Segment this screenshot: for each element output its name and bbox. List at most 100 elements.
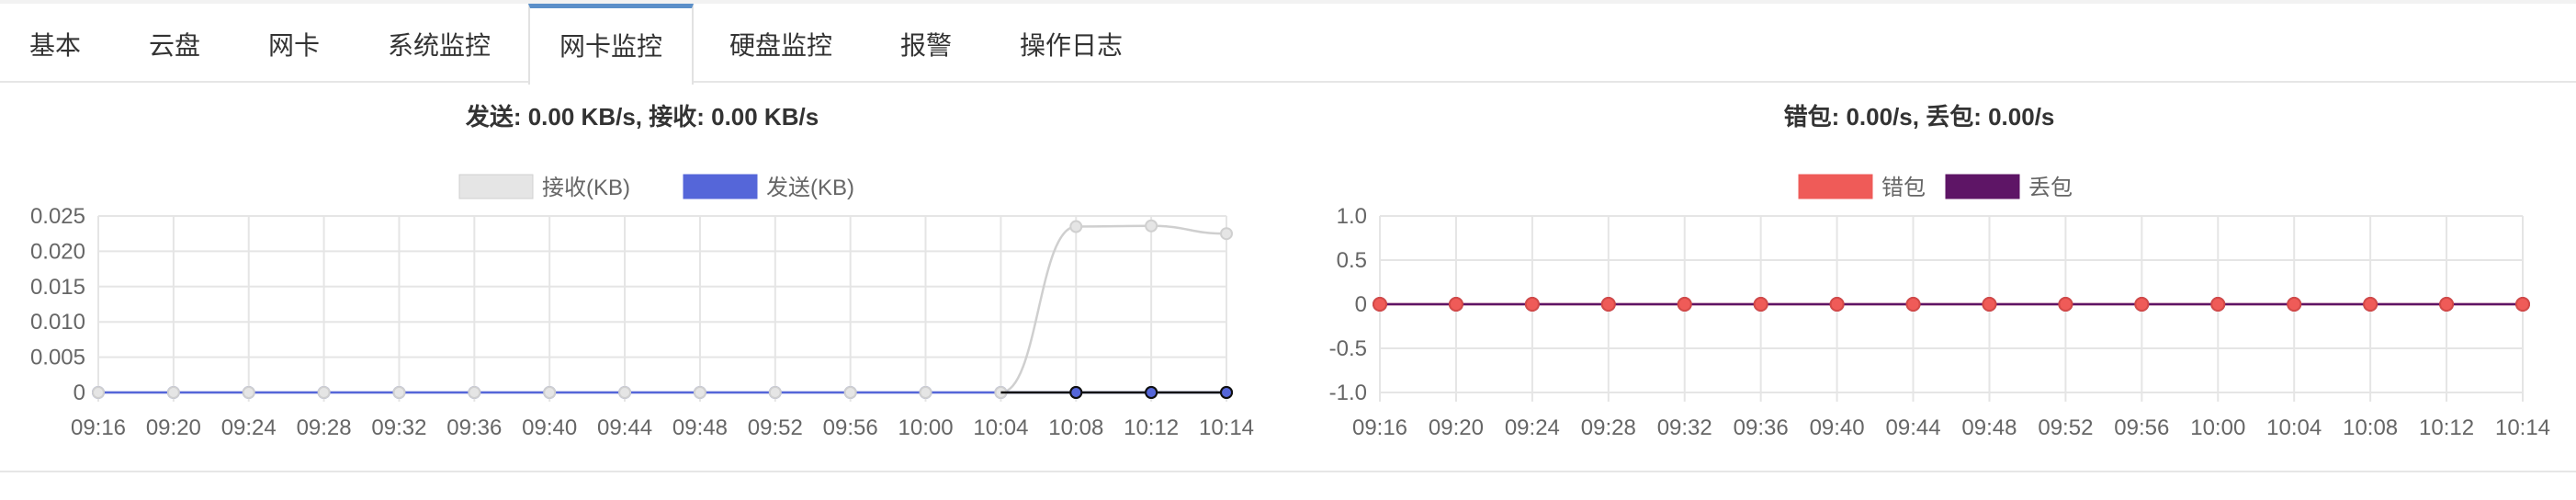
legend-label-1: 丢包 <box>2028 176 2073 200</box>
legend-label-0: 接收(KB) <box>542 176 630 200</box>
x-tick-label: 09:44 <box>1886 415 1941 440</box>
y-tick-label: -0.5 <box>1329 336 1367 361</box>
y-tick-label: -1.0 <box>1329 381 1367 405</box>
x-tick-label: 10:00 <box>898 415 954 440</box>
data-point-0 <box>1600 297 1616 312</box>
data-point-tail <box>1220 386 1233 399</box>
x-tick-label: 09:48 <box>672 415 728 440</box>
traffic-chart-panel: 发送: 0.00 KB/s, 接收: 0.00 KB/s 接收(KB) 发送(KB)… <box>0 85 1286 471</box>
x-tick-label: 09:32 <box>371 415 426 440</box>
data-point-0 <box>1069 220 1083 233</box>
x-tick-label: 10:14 <box>1199 415 1254 440</box>
y-tick-label: 0 <box>1355 292 1367 317</box>
data-point-0 <box>2058 297 2073 312</box>
y-tick-label: 1.0 <box>1337 204 1367 229</box>
data-point-0 <box>2363 297 2378 312</box>
y-tick-label: 0.5 <box>1337 248 1367 273</box>
chart-title: 发送: 0.00 KB/s, 接收: 0.00 KB/s <box>465 103 819 131</box>
data-point-0 <box>919 386 932 399</box>
legend-swatch-1 <box>683 174 758 199</box>
y-tick-label: 0.015 <box>30 275 85 300</box>
data-point-0 <box>92 386 105 399</box>
x-tick-label: 10:04 <box>973 415 1028 440</box>
legend-label-1: 发送(KB) <box>766 176 854 200</box>
tab-operation-log[interactable]: 操作日志 <box>990 4 1152 83</box>
tab-disk-monitor[interactable]: 硬盘监控 <box>700 4 862 83</box>
data-point-tail <box>1145 386 1158 399</box>
tab-bar: 基本 云盘 网卡 系统监控 网卡监控 硬盘监控 报警 操作日志 <box>0 4 2576 85</box>
legend-swatch-0 <box>1798 174 1873 199</box>
data-point-0 <box>166 386 180 399</box>
x-tick-label: 09:56 <box>2114 415 2169 440</box>
data-point-0 <box>1220 227 1233 241</box>
data-point-0 <box>2134 297 2150 312</box>
data-point-tail <box>1069 386 1083 399</box>
x-tick-label: 09:56 <box>823 415 878 440</box>
data-point-0 <box>618 386 632 399</box>
bottom-border <box>0 471 2576 472</box>
x-tick-label: 09:28 <box>297 415 352 440</box>
data-point-0 <box>1448 297 1463 312</box>
traffic-chart: 发送: 0.00 KB/s, 接收: 0.00 KB/s 接收(KB) 发送(KB)… <box>30 103 1254 440</box>
y-tick-label: 0.005 <box>30 346 85 370</box>
legend-label-0: 错包 <box>1881 176 1926 200</box>
x-tick-label: 09:44 <box>597 415 652 440</box>
data-point-0 <box>1145 219 1158 233</box>
data-point-0 <box>1524 297 1540 312</box>
error-chart-panel: 错包: 0.00/s, 丢包: 0.00/s 错包 丢包 1.0 0.5 0 -0.5 -1.… <box>1286 85 2576 471</box>
data-point-0 <box>317 386 331 399</box>
x-tick-label: 09:32 <box>1657 415 1712 440</box>
x-tick-label: 09:20 <box>1429 415 1484 440</box>
y-tick-label: 0.025 <box>30 204 85 229</box>
x-tick-label: 10:14 <box>2495 415 2550 440</box>
x-tick-label: 09:48 <box>1961 415 2017 440</box>
tab-cloud-disk[interactable]: 云盘 <box>119 4 230 83</box>
x-tick-label: 09:40 <box>1810 415 1865 440</box>
data-point-0 <box>1677 297 1692 312</box>
data-point-0 <box>1829 297 1845 312</box>
tab-basic[interactable]: 基本 <box>0 4 110 83</box>
tab-nic[interactable]: 网卡 <box>239 4 349 83</box>
x-tick-label: 10:08 <box>2343 415 2398 440</box>
x-tick-label: 09:16 <box>1352 415 1407 440</box>
error-loss-chart: 错包: 0.00/s, 丢包: 0.00/s 错包 丢包 1.0 0.5 0 -0.5 -1.… <box>1329 103 2550 440</box>
x-tick-label: 09:24 <box>221 415 277 440</box>
tab-nic-monitor[interactable]: 网卡监控 <box>528 4 695 85</box>
x-tick-label: 09:36 <box>1734 415 1789 440</box>
chart-title: 错包: 0.00/s, 丢包: 0.00/s <box>1784 103 2055 131</box>
data-point-0 <box>693 386 706 399</box>
x-tick-label: 09:52 <box>748 415 803 440</box>
tab-system-monitor[interactable]: 系统监控 <box>358 4 520 83</box>
x-tick-label: 10:00 <box>2190 415 2245 440</box>
x-tick-label: 09:24 <box>1505 415 1560 440</box>
y-tick-label: 0.010 <box>30 310 85 335</box>
data-point-0 <box>1753 297 1768 312</box>
x-tick-label: 10:08 <box>1048 415 1103 440</box>
data-point-0 <box>1373 297 1387 312</box>
data-point-0 <box>1982 297 1997 312</box>
x-tick-label: 10:12 <box>1124 415 1179 440</box>
x-tick-label: 09:20 <box>146 415 201 440</box>
x-tick-label: 09:40 <box>522 415 577 440</box>
data-point-0 <box>392 386 406 399</box>
data-point-0 <box>242 386 255 399</box>
data-point-0 <box>2287 297 2302 312</box>
tab-alerts[interactable]: 报警 <box>871 4 981 83</box>
y-tick-label: 0 <box>73 381 85 405</box>
data-point-0 <box>2439 297 2455 312</box>
data-point-0 <box>843 386 857 399</box>
x-tick-label: 10:12 <box>2419 415 2474 440</box>
x-tick-label: 09:52 <box>2038 415 2093 440</box>
data-point-0 <box>468 386 481 399</box>
x-tick-label: 09:28 <box>1581 415 1636 440</box>
data-point-0 <box>1905 297 1921 312</box>
legend-swatch-0 <box>458 174 534 199</box>
y-tick-label: 0.020 <box>30 239 85 264</box>
data-point-0 <box>543 386 557 399</box>
data-point-0 <box>768 386 782 399</box>
legend-swatch-1 <box>1945 174 2020 199</box>
x-tick-label: 09:16 <box>71 415 126 440</box>
data-point-0 <box>2515 297 2530 312</box>
data-point-0 <box>2210 297 2226 312</box>
x-tick-label: 09:36 <box>446 415 502 440</box>
